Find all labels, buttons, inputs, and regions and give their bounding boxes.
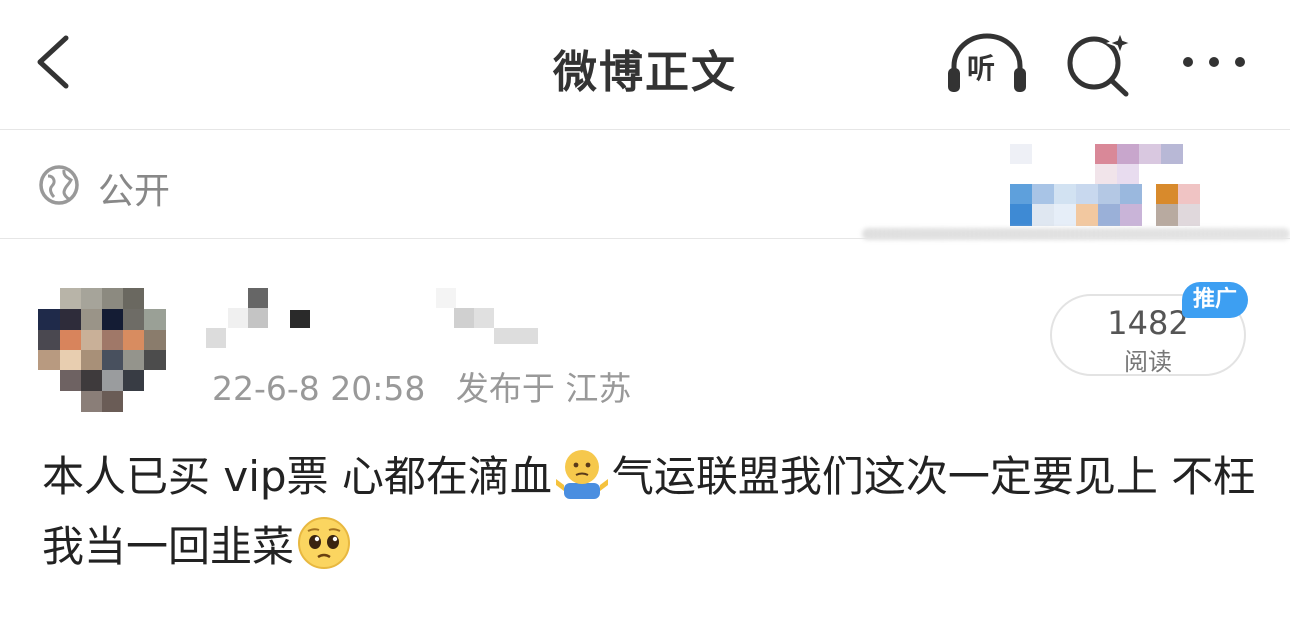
visibility-divider [0,238,1290,239]
search-button[interactable] [1064,28,1136,98]
avatar[interactable] [38,288,166,412]
shrug-emoji-icon [555,450,608,499]
pixelated-image [1010,144,1200,226]
top-nav-bar: 微博正文 听 [0,0,1290,128]
post-body: 本人已买 vip票 心都在滴血 气运联盟我们这次一定要见上 不枉我当一回韭菜 [42,442,1257,582]
visibility-label: 公开 [98,171,171,212]
more-dots-icon [1183,57,1245,67]
search-sparkle-icon [1067,29,1134,97]
post-text-part1: 本人已买 vip票 心都在滴血 [42,452,552,501]
promo-tag: 推广 [1182,282,1248,318]
read-label: 阅读 [1124,348,1172,376]
listen-label: 听 [967,52,996,85]
globe-icon [39,165,79,205]
username-pixelated[interactable] [206,288,546,352]
post-location: 发布于 江苏 [455,369,632,408]
listen-button[interactable]: 听 [944,32,1030,96]
pleading-face-emoji-icon [298,517,351,569]
post-time: 22-6-8 20:58 [212,369,426,408]
more-options-button[interactable] [1176,44,1252,80]
post-meta: 22-6-8 20:58 发布于 江苏 [212,362,651,410]
